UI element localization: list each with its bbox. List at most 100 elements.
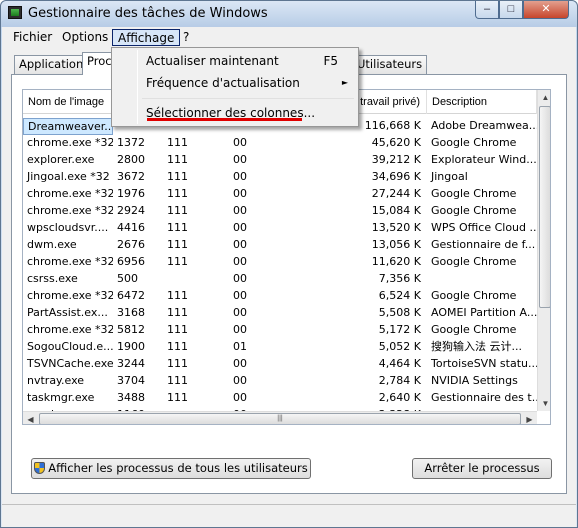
cell-description: NVIDIA Settings [431,374,518,387]
table-row[interactable]: chrome.exe *32 1976 111 00 27,244 K Google Ch… [23,186,537,203]
cell-user: 111 [167,187,188,200]
menu-affichage[interactable]: Affichage [112,29,181,46]
cell-name: SogouCloud.e... [27,340,113,353]
cell-cpu: 00 [233,238,247,251]
scroll-right-arrow-icon[interactable]: ▶ [522,412,537,424]
table-row[interactable]: SogouCloud.e... 1900 111 01 5,052 K 搜狗输入法 云计.… [23,339,537,356]
table-row[interactable]: taskhost.exe2560111001,800 KProcessus hô… [23,424,537,425]
cell-name: chrome.exe *32 [27,204,113,217]
cell-cpu: 00 [233,306,247,319]
horizontal-scrollbar[interactable]: ◀ ||| ▶ [23,411,537,424]
process-list[interactable]: Nom de l'image e travail privé) Descript… [22,89,551,425]
menu-item-label: Fréquence d'actualisation [146,76,300,90]
cell-pid: 6956 [117,255,145,268]
menu-item-refresh-rate[interactable]: Fréquence d'actualisation ► [114,72,356,94]
minimize-button[interactable]: – [475,1,499,19]
table-row[interactable]: chrome.exe *32 2924 111 00 15,084 K Google Ch… [23,203,537,220]
cell-cpu: 00 [233,153,247,166]
cell-memory: 27,244 K [371,187,421,200]
cell-name: explorer.exe [27,153,95,166]
cell-pid: 500 [117,272,138,285]
submenu-arrow-icon: ► [341,78,348,87]
cell-user: 111 [167,238,188,251]
scroll-left-arrow-icon[interactable]: ◀ [23,412,38,424]
cell-memory: 5,508 K [378,306,421,319]
table-row[interactable]: wpscloudsvr.... 4416 111 00 13,520 K WPS Offi… [23,220,537,237]
end-process-button[interactable]: Arrêter le processus [412,458,552,479]
table-row[interactable]: chrome.exe *32 1372 111 00 45,620 K Google Ch… [23,135,537,152]
cell-cpu: 00 [233,391,247,404]
cell-memory: 5,172 K [378,323,421,336]
cell-description: Gestionnaire des t... [431,391,537,404]
table-row[interactable]: taskmgr.exe 3488 111 00 2,640 K Gestionnaire … [23,390,537,407]
cell-description: Adobe Dreamwea... [431,119,537,132]
cell-user: 111 [167,289,188,302]
scroll-down-arrow-icon[interactable]: ▼ [538,396,550,411]
close-button[interactable]: ✕ [523,1,569,19]
cell-pid: 3244 [117,357,145,370]
cell-name: Jingoal.exe *32 [27,170,110,183]
cell-memory: 5,052 K [378,340,421,353]
cell-memory: 39,212 K [371,153,421,166]
table-row[interactable]: PartAssist.ex... 3168 111 00 5,508 K AOMEI Pa… [23,305,537,322]
menu-shortcut: F5 [323,54,338,68]
cell-user: 111 [167,255,188,268]
table-row[interactable]: TSVNCache.exe 3244 111 00 4,464 K TortoiseSVN… [23,356,537,373]
menu-item-refresh-now[interactable]: Actualiser maintenant F5 [114,50,356,72]
cell-cpu: 00 [233,272,247,285]
table-row[interactable]: nvtray.exe 3704 111 00 2,784 K NVIDIA Setting… [23,373,537,390]
cell-name: wpscloudsvr.... [27,221,109,234]
menu-separator [142,98,354,99]
cell-description: WPS Office Cloud ... [431,221,537,234]
column-header-name[interactable]: Nom de l'image [23,90,113,114]
maximize-button[interactable]: □ [499,1,523,19]
cell-name: chrome.exe *32 [27,323,113,336]
vertical-scrollbar[interactable]: ▲ ▼ [537,90,550,411]
uac-shield-icon [34,462,46,474]
cell-cpu: 00 [233,221,247,234]
menu-fichier[interactable]: Fichier [8,29,57,46]
cell-name: PartAssist.ex... [27,306,108,319]
table-row[interactable]: chrome.exe *32 6472 111 00 6,524 K Google Chr… [23,288,537,305]
cell-cpu: 00 [233,136,247,149]
cell-name: chrome.exe *32 [27,136,113,149]
cell-description: TortoiseSVN statu... [431,357,537,370]
table-row[interactable]: dwm.exe 2676 111 00 13,056 K Gestionnaire de … [23,237,537,254]
menu-item-label: Actualiser maintenant [146,54,279,68]
cell-memory: 7,356 K [378,272,421,285]
tab-utilisateurs[interactable]: Utilisateurs [352,55,428,74]
cell-memory: 1,800 K [259,424,427,425]
table-row[interactable]: Jingoal.exe *32 3672 111 00 34,696 K Jingoal [23,169,537,186]
table-row[interactable]: explorer.exe 2800 111 00 39,212 K Explorateur… [23,152,537,169]
cell-user: 111 [167,306,188,319]
cell-memory: 13,520 K [371,221,421,234]
show-all-processes-button[interactable]: Afficher les processus de tous les utili… [31,458,311,479]
cell-description: 搜狗输入法 云计... [431,340,522,353]
cell-pid: 4416 [117,221,145,234]
cell-user: 111 [167,323,188,336]
column-header-description[interactable]: Description [427,90,537,114]
red-underline-annotation [147,118,302,121]
cell-description: Gestionnaire de f... [431,238,536,251]
vertical-scroll-thumb[interactable] [539,106,550,308]
cell-description: AOMEI Partition A... [431,306,537,319]
table-row[interactable]: csrss.exe 500 00 7,356 K [23,271,537,288]
cell-cpu: 00 [229,424,259,425]
table-row[interactable]: chrome.exe *32 6956 111 00 11,620 K Google Ch… [23,254,537,271]
menu-bar: Fichier Options Affichage ? [2,27,576,47]
cell-description: Jingoal [431,170,468,183]
title-bar[interactable]: Gestionnaire des tâches de Windows – □ ✕ [1,1,577,27]
menu-help[interactable]: ? [178,29,194,46]
cell-user: 111 [167,136,188,149]
horizontal-scroll-thumb[interactable]: ||| [39,413,521,424]
scroll-up-arrow-icon[interactable]: ▲ [538,90,550,105]
cell-user: 111 [167,357,188,370]
cell-pid: 1976 [117,187,145,200]
cell-description: Google Chrome [431,187,517,200]
cell-description: Google Chrome [431,204,517,217]
cell-cpu: 00 [233,170,247,183]
table-row[interactable]: chrome.exe *32 5812 111 00 5,172 K Google Chr… [23,322,537,339]
menu-options[interactable]: Options [57,29,113,46]
cell-memory: 34,696 K [371,170,421,183]
cell-description: Explorateur Wind... [431,153,537,166]
